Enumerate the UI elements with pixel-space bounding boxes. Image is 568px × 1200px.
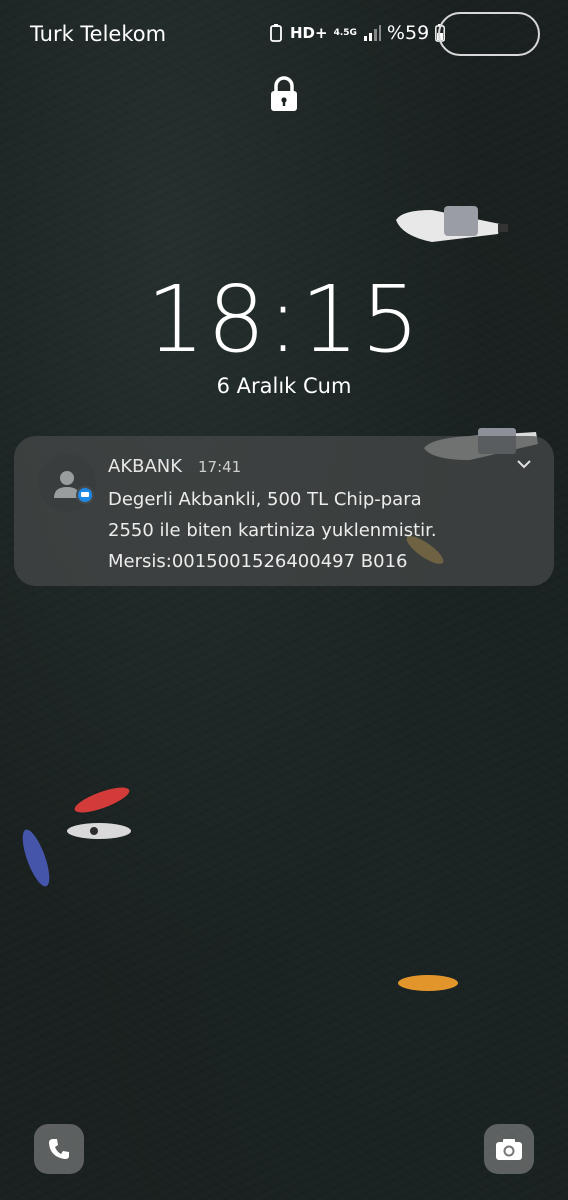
signal-icon — [363, 25, 381, 41]
phone-shortcut-button[interactable] — [34, 1124, 84, 1174]
wallpaper — [0, 0, 568, 1200]
chevron-down-icon[interactable] — [514, 454, 534, 474]
wallpaper-kayak — [67, 823, 131, 839]
status-icons: HD+ 4.5G %59 — [268, 22, 446, 44]
lock-screen-date: 6 Aralık Cum — [216, 374, 352, 398]
wallpaper-kayak — [74, 787, 130, 813]
camera-icon — [496, 1139, 522, 1160]
notification-app-name: AKBANK — [108, 456, 183, 477]
carrier-name: Turk Telekom — [30, 22, 167, 46]
wallpaper-kayak — [398, 975, 458, 991]
camera-cutout — [438, 12, 540, 56]
lock-screen-clock: 18:15 — [146, 266, 422, 373]
notification-line: Mersis:0015001526400497 B016 — [108, 551, 408, 572]
message-badge-icon — [76, 486, 94, 504]
phone-icon — [49, 1139, 69, 1159]
notification-message: Degerli Akbankli, 500 TL Chip-para 2550 … — [108, 484, 437, 577]
hd-voice-icon: HD+ — [290, 24, 328, 42]
wallpaper-kayak — [22, 829, 50, 887]
wallpaper-boat — [396, 206, 508, 242]
recycle-icon — [270, 24, 282, 42]
battery-percent: %59 — [386, 22, 430, 44]
camera-shortcut-button[interactable] — [484, 1124, 534, 1174]
notification-card[interactable]: AKBANK 17:41 Degerli Akbankli, 500 TL Ch… — [14, 436, 554, 586]
notification-line: 2550 ile biten kartiniza yuklenmistir. — [108, 520, 437, 541]
network-4-5g-icon: 4.5G — [333, 28, 357, 38]
notification-line: Degerli Akbankli, 500 TL Chip-para — [108, 489, 422, 510]
lock-icon[interactable] — [269, 76, 299, 112]
notification-time: 17:41 — [198, 458, 242, 476]
status-bar: Turk Telekom HD+ 4.5G %59 — [0, 0, 568, 70]
